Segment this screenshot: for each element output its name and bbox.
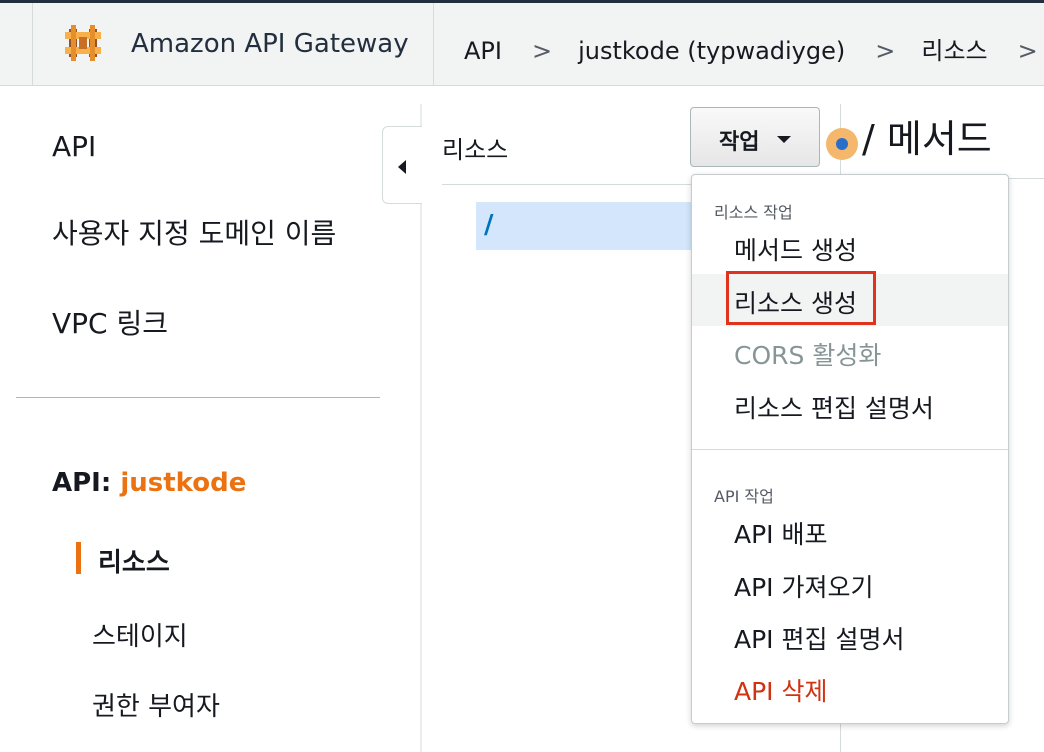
- sidebar-item-custom-domain-names[interactable]: 사용자 지정 도메인 이름: [52, 212, 336, 252]
- sidebar-divider: [16, 397, 380, 398]
- breadcrumb-separator: >: [1017, 37, 1038, 65]
- actions-button-label: 작업: [719, 130, 760, 155]
- menu-item-create-method[interactable]: 메서드 생성: [692, 221, 1008, 273]
- menu-group-resource-actions: 리소스 작업: [714, 203, 793, 222]
- active-indicator: [76, 542, 81, 574]
- menu-item-enable-cors[interactable]: CORS 활성화: [692, 326, 1008, 378]
- brand[interactable]: Amazon API Gateway: [32, 3, 434, 86]
- menu-item-edit-api-documentation[interactable]: API 편집 설명서: [692, 610, 1008, 662]
- breadcrumb-separator: >: [875, 37, 896, 65]
- resource-tree-row[interactable]: /: [476, 202, 696, 250]
- menu-item-edit-resource-documentation[interactable]: 리소스 편집 설명서: [692, 379, 1008, 431]
- api-heading-name[interactable]: justkode: [120, 468, 246, 498]
- collapse-sidebar-button[interactable]: [382, 126, 422, 204]
- menu-item-deploy-api[interactable]: API 배포: [692, 505, 1008, 557]
- sidebar-item-api[interactable]: API: [52, 130, 96, 163]
- methods-pane-divider: [1008, 178, 1044, 179]
- cursor-indicator-icon: [826, 128, 858, 160]
- menu-item-import-api[interactable]: API 가져오기: [692, 558, 1008, 610]
- actions-dropdown-menu: 리소스 작업 메서드 생성 리소스 생성 CORS 활성화 리소스 편집 설명서…: [691, 174, 1009, 724]
- brand-name: Amazon API Gateway: [131, 29, 409, 59]
- breadcrumb-api-name[interactable]: justkode (typwadiyge): [578, 37, 845, 65]
- api-heading: API: justkode: [52, 468, 246, 498]
- api-heading-prefix: API:: [52, 468, 112, 498]
- sidebar-item-authorizers[interactable]: 권한 부여자: [92, 686, 220, 723]
- resource-path: /: [484, 210, 494, 240]
- menu-divider: [692, 449, 1008, 450]
- sidebar: API 사용자 지정 도메인 이름 VPC 링크 API: justkode 리…: [0, 86, 420, 752]
- sidebar-item-resources[interactable]: 리소스: [98, 542, 170, 579]
- chevron-left-icon: [398, 160, 406, 174]
- breadcrumb-api[interactable]: API: [464, 37, 502, 65]
- breadcrumb-separator: >: [531, 37, 553, 65]
- actions-button[interactable]: 작업: [690, 107, 820, 167]
- menu-group-api-actions: API 작업: [714, 487, 774, 506]
- breadcrumb-resources[interactable]: 리소스: [921, 31, 987, 66]
- menu-item-create-resource[interactable]: 리소스 생성: [692, 274, 1008, 326]
- api-gateway-logo-icon: [65, 25, 101, 61]
- resources-divider: [442, 184, 692, 185]
- menu-item-delete-api[interactable]: API 삭제: [692, 662, 1008, 714]
- breadcrumb: API > justkode (typwadiyge) > 리소스 >: [464, 31, 1044, 66]
- cursor-dot: [836, 138, 848, 150]
- resources-title: 리소스: [442, 136, 509, 164]
- sidebar-item-stages[interactable]: 스테이지: [92, 616, 188, 653]
- sidebar-item-vpc-links[interactable]: VPC 링크: [52, 302, 168, 342]
- methods-title: / 메서드: [862, 117, 992, 161]
- caret-down-icon: [777, 136, 791, 143]
- top-header: Amazon API Gateway API > justkode (typwadi…: [0, 0, 1044, 86]
